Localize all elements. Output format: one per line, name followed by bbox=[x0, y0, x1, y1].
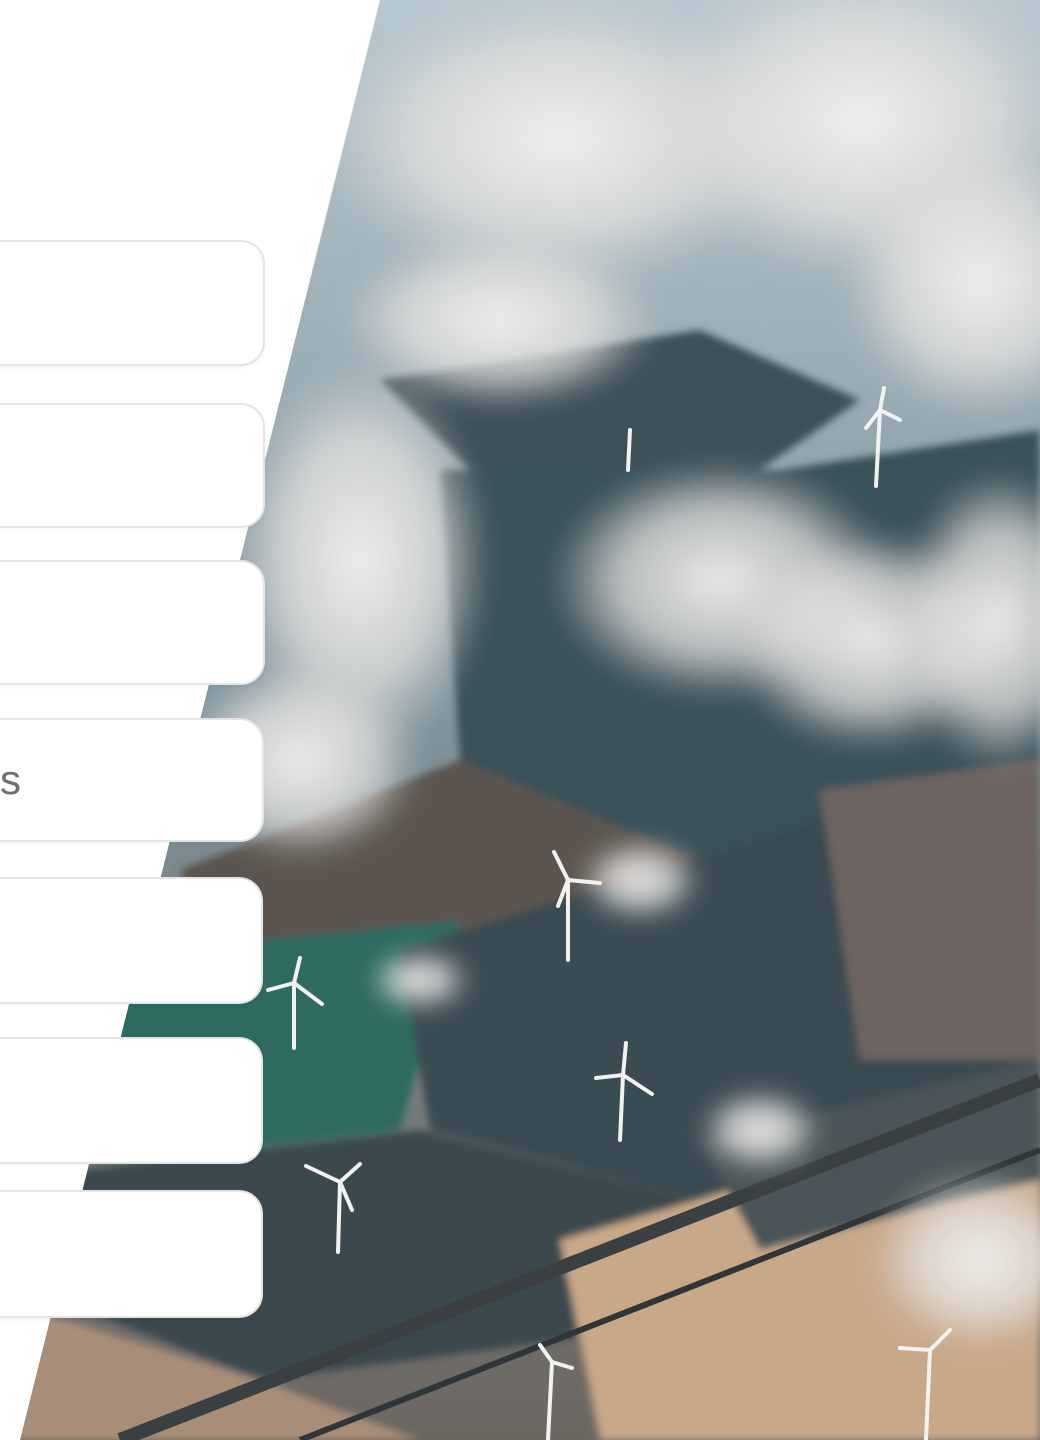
option-card-3[interactable] bbox=[0, 560, 265, 685]
option-card-2[interactable] bbox=[0, 403, 265, 528]
options-list: s bbox=[0, 0, 266, 1440]
option-card-5[interactable] bbox=[0, 877, 263, 1004]
option-card-6[interactable] bbox=[0, 1037, 263, 1164]
option-label-4: s bbox=[0, 756, 21, 803]
screen: s bbox=[0, 0, 1040, 1440]
option-card-7[interactable] bbox=[0, 1190, 263, 1318]
option-card-1[interactable] bbox=[0, 240, 265, 366]
option-card-4[interactable]: s bbox=[0, 718, 264, 842]
